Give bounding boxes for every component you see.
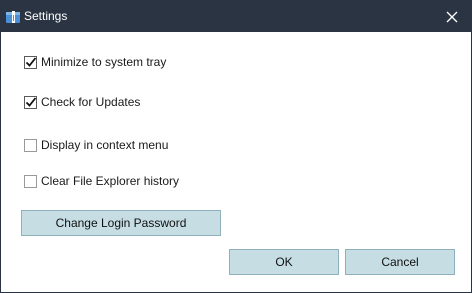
- checkmark-icon: [25, 56, 37, 67]
- clear-explorer-history-checkbox[interactable]: [24, 174, 37, 188]
- option-label: Minimize to system tray: [41, 55, 167, 69]
- option-minimize-to-tray[interactable]: Minimize to system tray: [24, 54, 166, 70]
- option-display-in-context-menu[interactable]: Display in context menu: [24, 137, 168, 153]
- close-icon[interactable]: [441, 6, 463, 28]
- check-for-updates-checkbox[interactable]: [24, 95, 37, 109]
- settings-app-icon: [5, 9, 21, 25]
- option-label: Display in context menu: [41, 138, 169, 152]
- checkmark-icon: [25, 96, 37, 107]
- settings-dialog: Settings Minimize to system tray Check f…: [0, 0, 472, 293]
- change-login-password-button[interactable]: Change Login Password: [21, 210, 221, 236]
- minimize-to-tray-checkbox[interactable]: [24, 55, 37, 69]
- display-in-context-menu-checkbox[interactable]: [24, 138, 37, 152]
- cancel-button[interactable]: Cancel: [345, 249, 455, 275]
- option-label: Check for Updates: [41, 95, 141, 109]
- option-label: Clear File Explorer history: [41, 174, 180, 188]
- window-title: Settings: [24, 9, 68, 23]
- ok-button[interactable]: OK: [229, 249, 339, 275]
- title-bar[interactable]: Settings: [1, 1, 471, 32]
- option-check-for-updates[interactable]: Check for Updates: [24, 94, 140, 110]
- option-clear-explorer-history[interactable]: Clear File Explorer history: [24, 173, 179, 189]
